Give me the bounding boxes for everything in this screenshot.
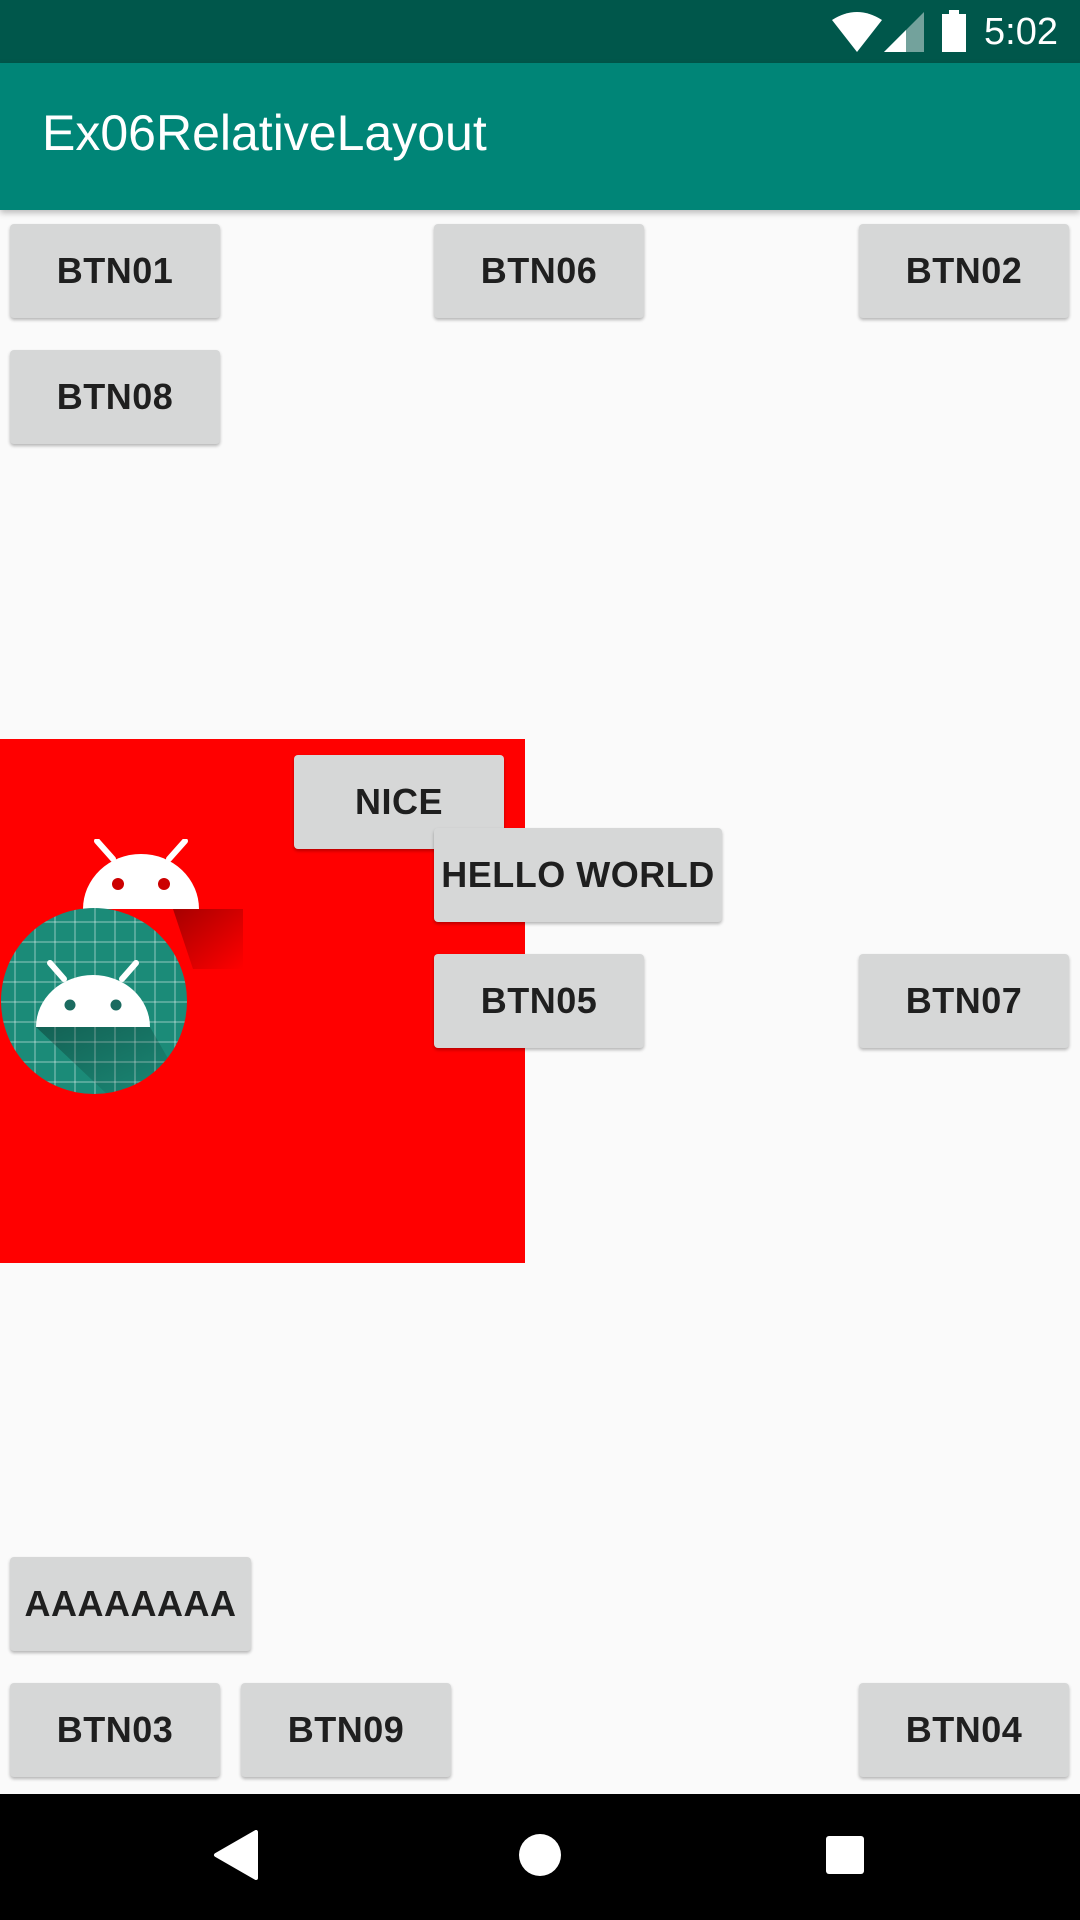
status-time: 5:02	[984, 11, 1058, 53]
btn09-button[interactable]: BTN09	[241, 1683, 451, 1777]
wifi-icon	[832, 12, 882, 52]
app-title: Ex06RelativeLayout	[42, 105, 487, 161]
home-icon[interactable]	[518, 1830, 564, 1880]
battery-icon	[942, 10, 966, 52]
cell-signal-icon	[884, 12, 924, 52]
aaaaaaaa-button[interactable]: AAAAAAAA	[10, 1557, 251, 1651]
btn06-button[interactable]: BTN06	[434, 224, 644, 318]
android-launcher-icon	[1, 908, 187, 1094]
btn02-button[interactable]: BTN02	[859, 224, 1069, 318]
hello-world-button[interactable]: HELLO WORLD	[434, 828, 722, 922]
btn01-button[interactable]: BTN01	[10, 224, 220, 318]
btn04-button[interactable]: BTN04	[859, 1683, 1069, 1777]
recents-icon[interactable]	[822, 1830, 868, 1880]
btn07-button[interactable]: BTN07	[859, 954, 1069, 1048]
status-bar: 5:02	[0, 0, 1080, 63]
back-icon[interactable]	[212, 1830, 258, 1880]
app-bar: Ex06RelativeLayout	[0, 63, 1080, 210]
btn08-button[interactable]: BTN08	[10, 350, 220, 444]
btn05-button[interactable]: BTN05	[434, 954, 644, 1048]
navigation-bar	[0, 1794, 1080, 1920]
btn03-button[interactable]: BTN03	[10, 1683, 220, 1777]
